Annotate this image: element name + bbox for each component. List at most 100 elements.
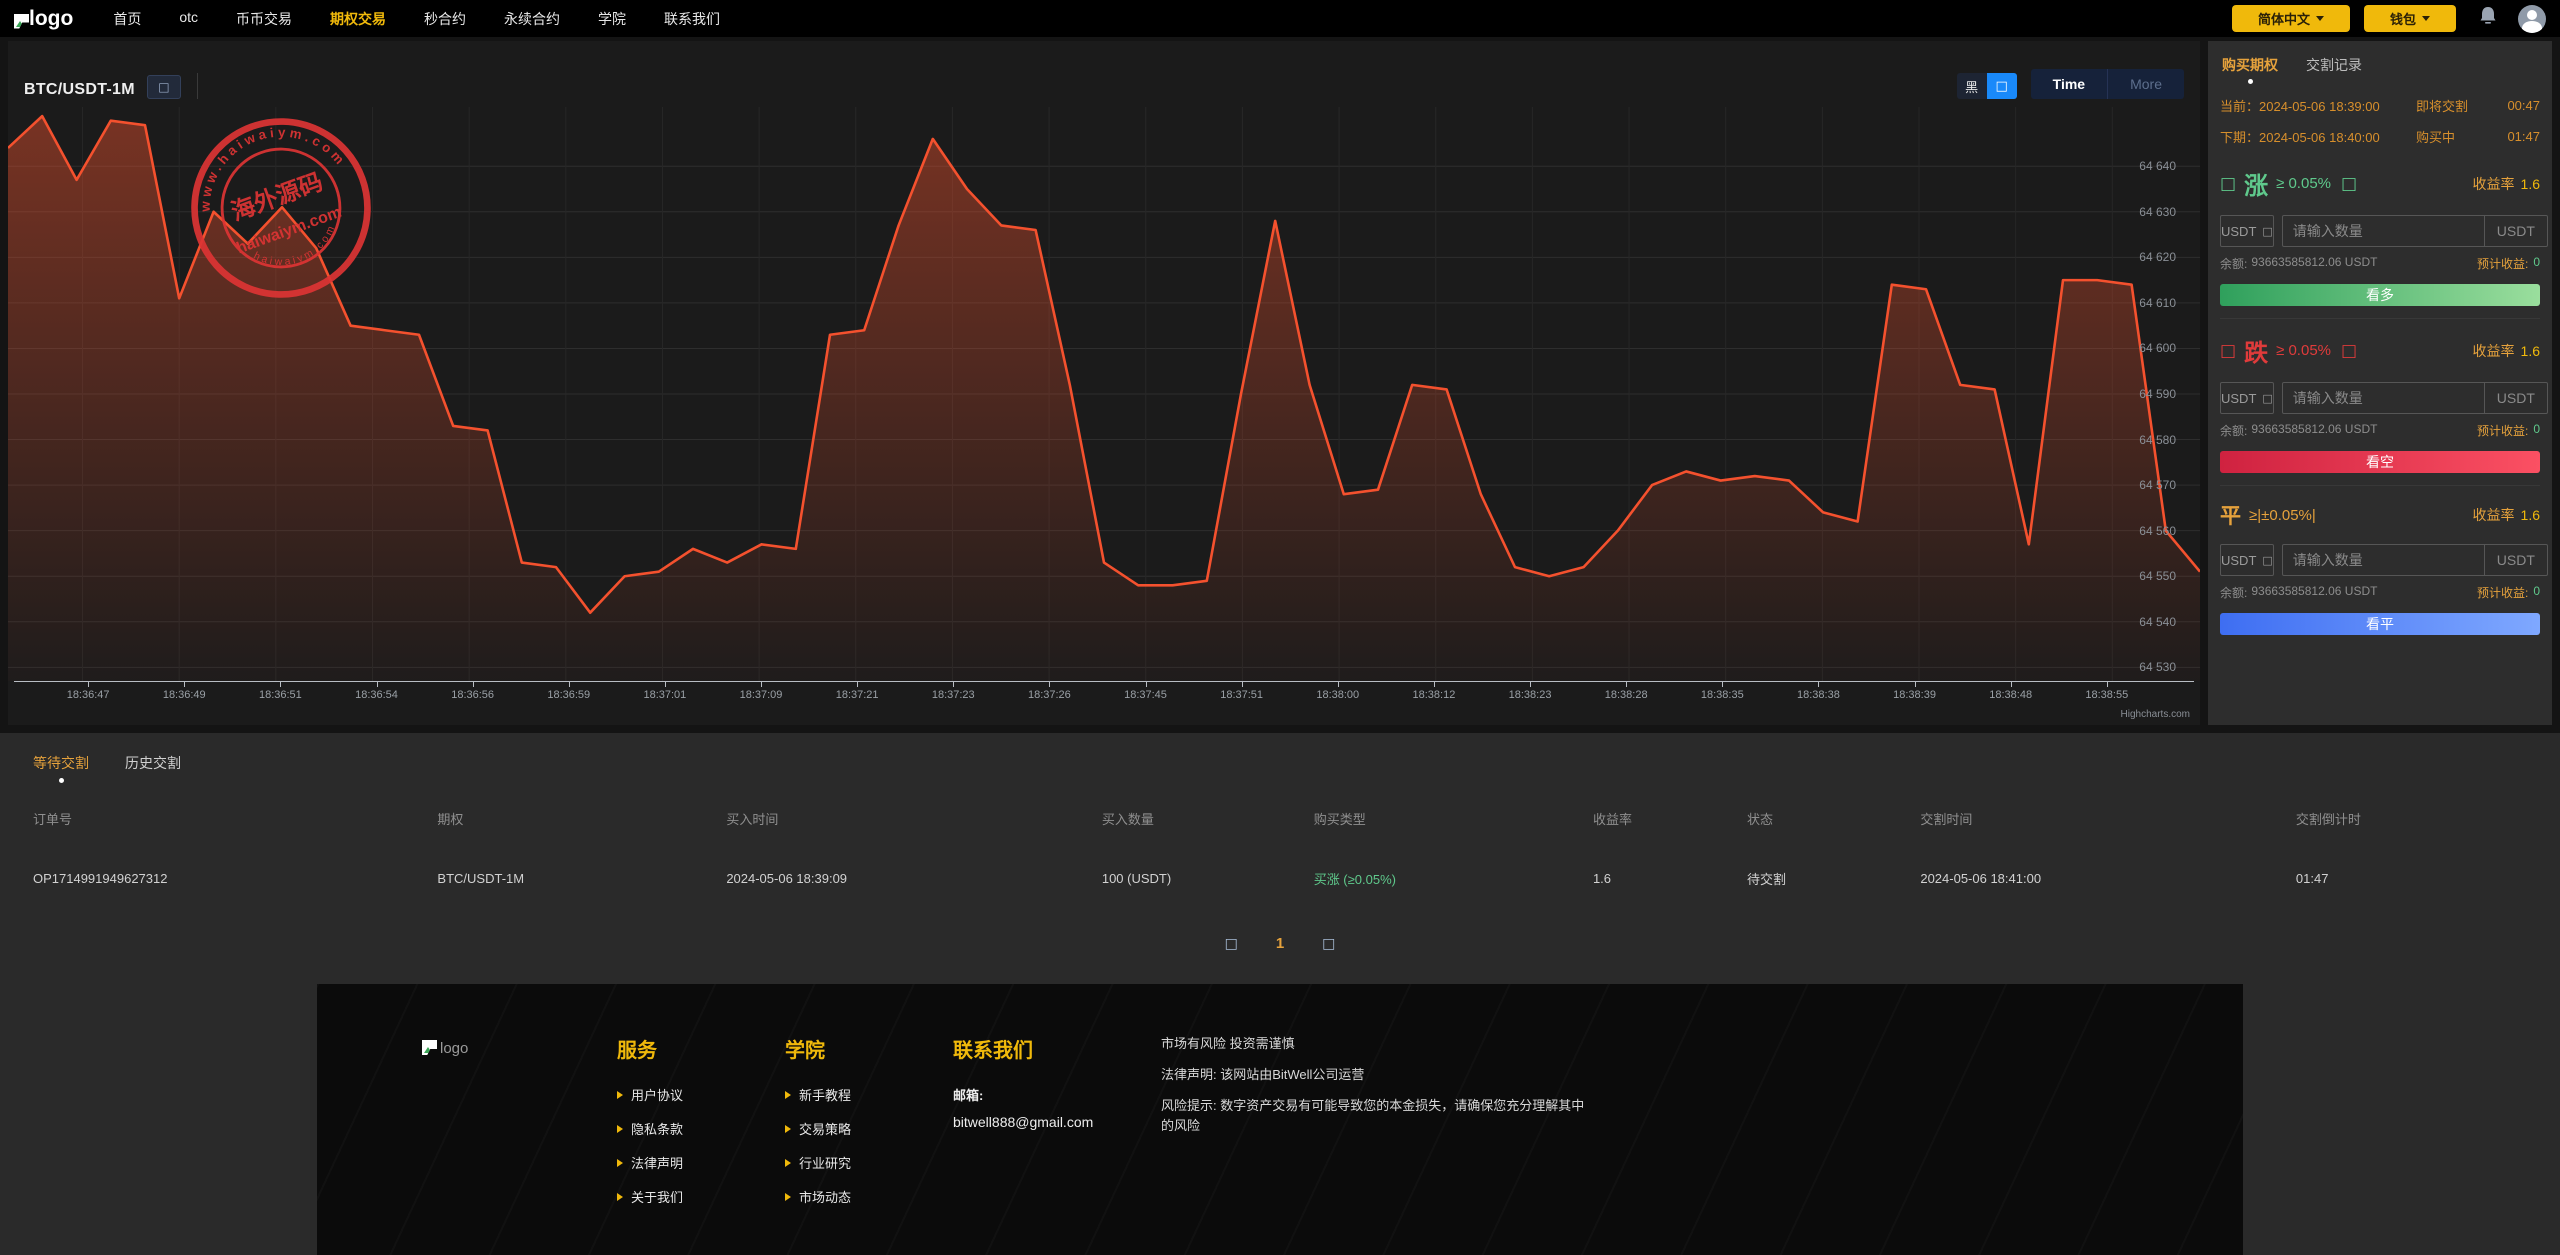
language-button[interactable]: 简体中文	[2231, 5, 2350, 32]
chevron-down-icon: □	[2262, 391, 2273, 405]
arrow-right-icon	[785, 1158, 791, 1167]
prev-page-icon[interactable]: □	[1225, 936, 1238, 952]
x-axis-label: 18:38:00	[1316, 689, 1360, 701]
theme-dark-button[interactable]: 黑	[1956, 73, 1987, 99]
col-buy-time: 买入时间	[726, 811, 779, 827]
up-amount-input[interactable]	[2282, 223, 2484, 239]
up-est-profit-value: 0	[2533, 255, 2540, 269]
link-industry-research[interactable]: 行业研究	[785, 1153, 953, 1172]
down-amount-input[interactable]	[2282, 390, 2484, 406]
y-axis-label: 64 550	[2139, 569, 2176, 584]
nav-item-otc[interactable]: otc	[179, 9, 198, 29]
next-period-row: 下期：2024-05-06 18:40:00 购买中 01:47	[2220, 121, 2540, 152]
tab-buy-option[interactable]: 购买期权	[2222, 55, 2278, 84]
cell-order-no: OP1714991949627312	[33, 870, 168, 886]
symbol-dropdown-button[interactable]: □	[146, 75, 181, 99]
x-axis-label: 18:36:49	[162, 689, 206, 701]
cell-countdown: 01:47	[2295, 870, 2329, 886]
price-chart[interactable]: w w w . h a i w a i y m . c o m 海外源码 hai…	[8, 107, 2200, 681]
x-axis-tick	[568, 681, 570, 687]
tab-pending-settlement[interactable]: 等待交割	[33, 753, 89, 783]
x-axis-tick	[280, 681, 282, 687]
x-axis-tick	[953, 681, 955, 687]
next-label: 下期：	[2220, 130, 2260, 145]
footer-services-title: 服务	[617, 1040, 657, 1062]
info-icon: □	[2341, 173, 2358, 194]
buy-up-button[interactable]: 看多	[2220, 284, 2540, 306]
nav-item-academy[interactable]: 学院	[598, 9, 626, 29]
up-currency-select[interactable]: USDT □	[2220, 215, 2274, 247]
info-icon: □	[2341, 340, 2358, 361]
tab-history-settlement[interactable]: 历史交割	[125, 753, 181, 783]
footer-disclaimers: 市场有风险 投资需谨慎 法律声明: 该网站由BitWell公司运营 风险提示: …	[1161, 1034, 1591, 1255]
next-time: 2024-05-06 18:40:00	[2259, 130, 2380, 145]
next-page-icon[interactable]: □	[1322, 936, 1335, 952]
x-axis-label: 18:38:38	[1796, 689, 1840, 701]
x-axis-label: 18:38:55	[2085, 689, 2129, 701]
orders-table: 订单号 期权 买入时间 买入数量 购买类型 收益率 状态 交割时间 交割倒计时 …	[0, 789, 2560, 909]
footer-contact: 联系我们 邮箱: bitwell888@gmail.com	[953, 1034, 1143, 1255]
chart-header: BTC/USDT-1M □ 黑 □ Time More	[8, 41, 2200, 107]
divider	[196, 73, 198, 99]
tab-time[interactable]: Time	[2031, 69, 2107, 99]
next-countdown: 01:47	[2507, 129, 2540, 144]
arrow-right-icon	[785, 1124, 791, 1133]
chart-panel: BTC/USDT-1M □ 黑 □ Time More w w w . h a …	[8, 41, 2200, 725]
link-trading-strategy[interactable]: 交易策略	[785, 1119, 953, 1138]
cell-rate: 1.6	[1592, 870, 1612, 886]
down-currency-select[interactable]: USDT □	[2220, 382, 2274, 414]
nav-item-options[interactable]: 期权交易	[330, 9, 386, 29]
y-axis-label: 64 540	[2139, 614, 2176, 629]
nav-item-perpetual[interactable]: 永续合约	[504, 9, 560, 29]
nav-item-contact[interactable]: 联系我们	[664, 9, 720, 29]
y-axis-label: 64 620	[2139, 250, 2176, 265]
email-value[interactable]: bitwell888@gmail.com	[953, 1114, 1143, 1130]
nav-item-seconds[interactable]: 秒合约	[424, 9, 466, 29]
nav-item-spot[interactable]: 币币交易	[236, 9, 292, 29]
wallet-button[interactable]: 钱包	[2363, 5, 2456, 32]
tab-settle-records[interactable]: 交割记录	[2306, 55, 2362, 84]
disclaimer-risk-tip: 风险提示: 数字资产交易有可能导致您的本金损失，请确保您充分理解其中的风险	[1161, 1098, 1585, 1134]
buy-flat-button[interactable]: 看平	[2220, 613, 2540, 635]
bell-icon[interactable]	[2478, 5, 2498, 32]
up-name: 涨	[2244, 173, 2269, 200]
logo-text: logo	[29, 6, 74, 30]
link-privacy[interactable]: 隐私条款	[617, 1119, 785, 1138]
x-axis-tick	[1530, 681, 1532, 687]
down-rate-value: 1.6	[2520, 342, 2540, 359]
email-label: 邮箱:	[953, 1088, 984, 1103]
footer-logo-text: logo	[440, 1040, 469, 1057]
tab-more[interactable]: More	[2107, 69, 2184, 99]
down-rate-label: 收益率	[2472, 342, 2515, 359]
up-arrow-icon: □	[2220, 173, 2237, 194]
broken-image-icon	[14, 13, 29, 29]
y-axis-label: 64 580	[2139, 432, 2176, 447]
arrow-right-icon	[785, 1090, 791, 1099]
link-user-agreement[interactable]: 用户协议	[617, 1085, 785, 1104]
flat-currency-select[interactable]: USDT □	[2220, 544, 2274, 576]
highcharts-credit[interactable]: Highcharts.com	[8, 709, 2200, 725]
cell-amount: 100 (USDT)	[1101, 870, 1172, 886]
x-axis-tick	[1433, 681, 1435, 687]
footer-logo: logo	[422, 1034, 617, 1255]
arrow-right-icon	[617, 1124, 623, 1133]
user-avatar[interactable]	[2518, 4, 2546, 33]
flat-amount-input[interactable]	[2282, 552, 2484, 568]
x-axis: 18:36:47 18:36:49 18:36:51 18:36:54 18:36:56…	[14, 681, 2194, 709]
footer-column-academy: 学院 新手教程 交易策略 行业研究 市场动态	[785, 1034, 953, 1255]
col-buy-type: 购买类型	[1313, 811, 1366, 827]
nav-item-home[interactable]: 首页	[113, 9, 141, 29]
link-market-news[interactable]: 市场动态	[785, 1187, 953, 1206]
next-status: 购买中	[2416, 130, 2456, 145]
buy-down-button[interactable]: 看空	[2220, 451, 2540, 473]
link-beginner-tutorial[interactable]: 新手教程	[785, 1085, 953, 1104]
nav-items: 首页 otc 币币交易 期权交易 秒合约 永续合约 学院 联系我们	[113, 9, 720, 29]
theme-light-button[interactable]: □	[1986, 73, 2017, 99]
link-legal[interactable]: 法律声明	[617, 1153, 785, 1172]
page-number[interactable]: 1	[1276, 935, 1284, 952]
pagination: □ 1 □	[0, 909, 2560, 962]
arrow-right-icon	[785, 1192, 791, 1201]
flat-rate-value: 1.6	[2520, 507, 2540, 523]
logo[interactable]: logo	[14, 7, 73, 31]
link-about[interactable]: 关于我们	[617, 1187, 785, 1206]
